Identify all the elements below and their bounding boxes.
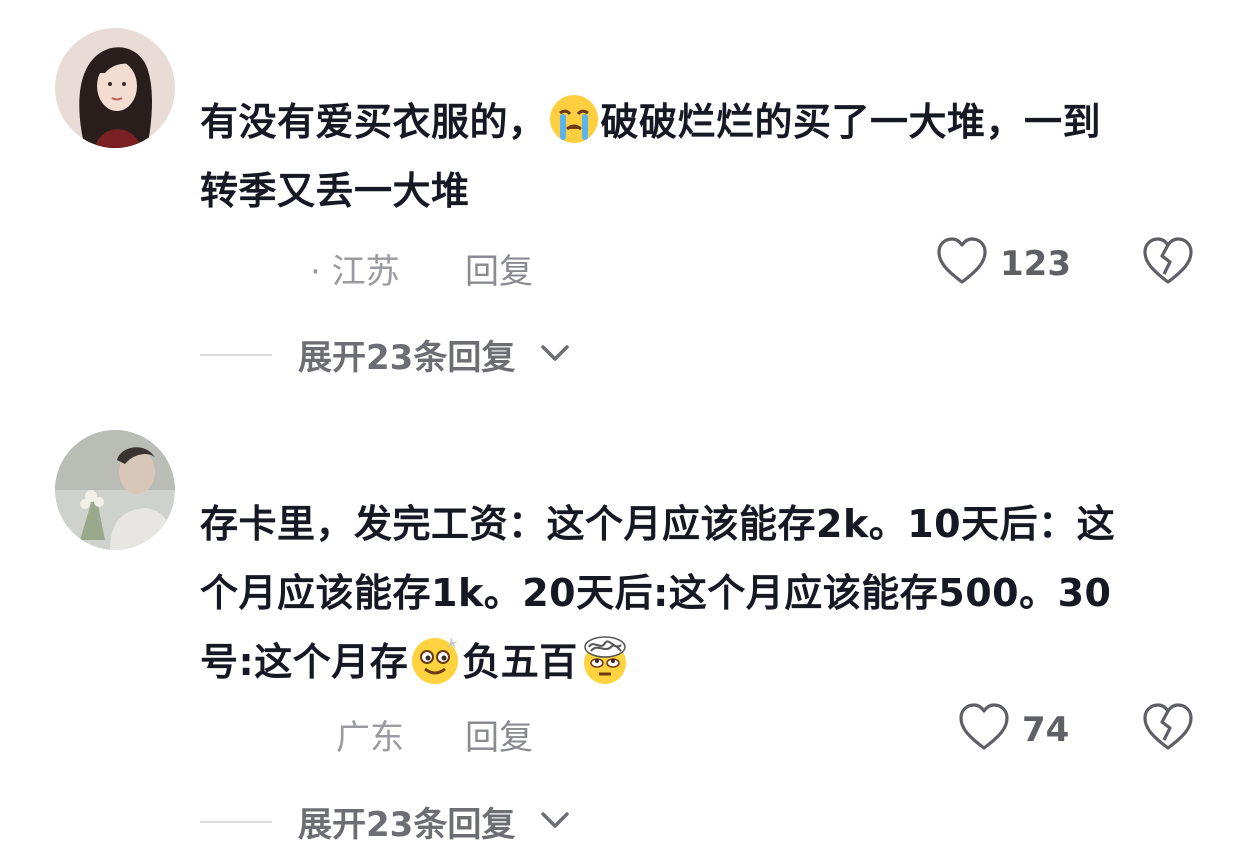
crying-face-icon bbox=[548, 93, 600, 145]
dizzy-smile-face-icon bbox=[409, 633, 461, 685]
expand-replies-button[interactable]: 展开23条回复 bbox=[200, 330, 620, 380]
avatar[interactable] bbox=[55, 28, 175, 148]
broken-heart-icon bbox=[1143, 703, 1193, 750]
dislike-button[interactable] bbox=[1140, 700, 1196, 765]
expand-replies-button[interactable]: 展开23条回复 bbox=[200, 797, 620, 847]
dislike-button[interactable] bbox=[1140, 234, 1196, 299]
expand-replies-label: 展开23条回复 bbox=[298, 338, 516, 378]
divider-line bbox=[200, 354, 272, 356]
reply-button[interactable]: 回复 bbox=[465, 244, 533, 293]
like-button[interactable] bbox=[956, 700, 1012, 765]
chevron-down-icon bbox=[541, 345, 569, 361]
comment-text: 有没有爱买衣服的， 破破烂烂的买了一大堆，一到 转季又丢一大堆 bbox=[200, 88, 1220, 226]
avatar-image-icon bbox=[55, 430, 175, 550]
comment-meta: · 江苏 回复 123 bbox=[0, 237, 1260, 293]
like-count: 123 bbox=[1000, 244, 1071, 284]
comment-text-part: 破破烂烂的买了一大堆，一到 bbox=[600, 100, 1102, 144]
comment-text-part: 存卡里，发完工资：这个月应该能存2k。10天后：这 bbox=[200, 502, 1116, 546]
location-label: · 江苏 bbox=[310, 252, 400, 292]
chevron-down-icon bbox=[541, 812, 569, 828]
reply-button[interactable]: 回复 bbox=[465, 710, 533, 759]
comment-text-part: 号:这个月存 bbox=[200, 640, 409, 684]
broken-heart-icon bbox=[1143, 237, 1193, 284]
comment-text-part: 负五百 bbox=[462, 640, 578, 684]
heart-icon bbox=[937, 237, 987, 284]
like-count: 74 bbox=[1022, 710, 1070, 750]
divider-line bbox=[200, 821, 272, 823]
comment-text-part: 有没有爱买衣服的， bbox=[200, 100, 547, 144]
heart-icon bbox=[959, 703, 1009, 750]
expand-replies-label: 展开23条回复 bbox=[298, 805, 516, 845]
like-button[interactable] bbox=[934, 234, 990, 299]
comment-meta: 广东 回复 74 bbox=[0, 703, 1260, 759]
avatar-image-icon bbox=[55, 28, 175, 148]
avatar[interactable] bbox=[55, 430, 175, 550]
location-label: 广东 bbox=[336, 718, 404, 758]
confused-dizzy-face-icon bbox=[579, 633, 631, 685]
comment-text: 存卡里，发完工资：这个月应该能存2k。10天后：这 个月应该能存1k。20天后:… bbox=[200, 490, 1220, 697]
comment-text-part: 转季又丢一大堆 bbox=[200, 169, 470, 213]
comment-text-part: 个月应该能存1k。20天后:这个月应该能存500。30 bbox=[200, 571, 1112, 615]
